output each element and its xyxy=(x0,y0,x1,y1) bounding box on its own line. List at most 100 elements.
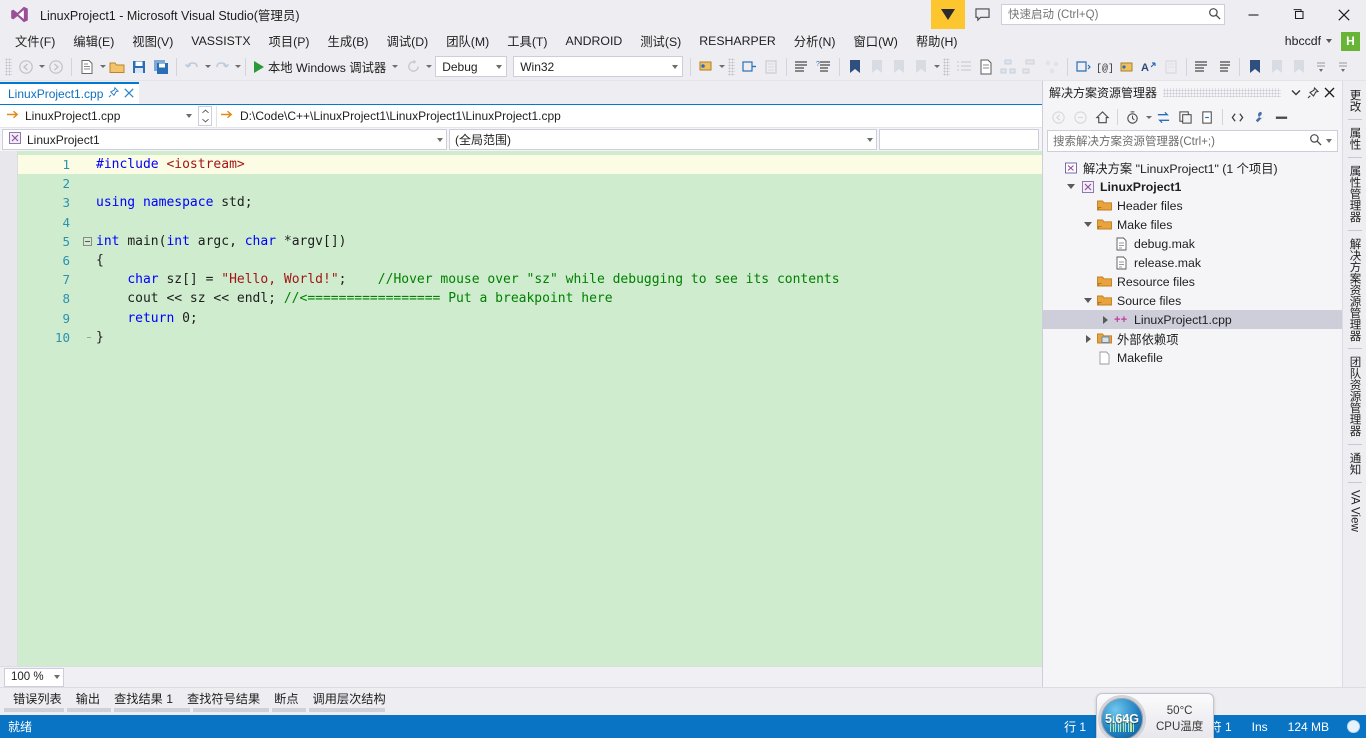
tree-item[interactable]: Header files xyxy=(1043,196,1342,215)
tree-item[interactable]: 外部依赖项 xyxy=(1043,329,1342,348)
code-line[interactable]: 4 xyxy=(18,213,1042,232)
collapse-icon[interactable] xyxy=(83,237,92,246)
start-debugging-button[interactable]: 本地 Windows 调试器 xyxy=(250,56,402,78)
menu-item-analyze[interactable]: 分析(N) xyxy=(785,29,845,53)
toolbar-grip-2[interactable] xyxy=(728,58,735,76)
properties-window-button[interactable] xyxy=(975,56,997,78)
rename-symbol-button[interactable]: A xyxy=(1138,56,1160,78)
bookmark2-prev-button[interactable] xyxy=(1266,56,1288,78)
forward-button[interactable] xyxy=(1070,107,1091,128)
document-tab-linuxproject1-cpp[interactable]: LinuxProject1.cpp xyxy=(0,82,139,104)
close-button[interactable] xyxy=(1321,0,1366,29)
chevron-down-icon[interactable] xyxy=(1326,139,1332,143)
close-icon[interactable] xyxy=(124,87,134,101)
collapse-all-button[interactable] xyxy=(1197,107,1218,128)
start-debugging-dropdown-icon[interactable] xyxy=(392,65,398,68)
save-button[interactable] xyxy=(128,56,150,78)
expander-down-icon[interactable] xyxy=(1064,184,1078,189)
bottom-tab-breakpoints[interactable]: 断点 xyxy=(267,687,305,709)
previous-bookmark-button[interactable] xyxy=(866,56,888,78)
vertical-tab-changes[interactable]: 更改 xyxy=(1343,83,1366,118)
expander-right-icon[interactable] xyxy=(1098,316,1112,324)
expander-right-icon[interactable] xyxy=(1081,335,1095,343)
solution-platform-dropdown[interactable]: Win32 xyxy=(513,56,683,77)
cpu-temperature-widget[interactable]: 5.64G 50°C CPU温度 xyxy=(1096,693,1214,738)
tree-item[interactable]: release.mak xyxy=(1043,253,1342,272)
tree-item[interactable]: Makefile xyxy=(1043,348,1342,367)
back-button[interactable] xyxy=(1048,107,1069,128)
properties-button[interactable] xyxy=(1249,107,1270,128)
refactor-button[interactable] xyxy=(1160,56,1182,78)
attach-to-process-button[interactable] xyxy=(695,56,717,78)
code-line[interactable]: 9 return 0; xyxy=(18,309,1042,328)
code-line[interactable]: 1#include <iostream> xyxy=(18,155,1042,174)
bookmark2-button[interactable] xyxy=(1244,56,1266,78)
member-scope-dropdown[interactable]: (全局范围) xyxy=(449,129,877,150)
menu-item-resharper[interactable]: RESHARPER xyxy=(690,31,785,51)
avatar[interactable]: H xyxy=(1341,32,1360,51)
format-selection-button[interactable] xyxy=(1213,56,1235,78)
redo-dropdown-icon[interactable] xyxy=(235,65,241,68)
menu-item-build[interactable]: 生成(B) xyxy=(319,29,378,53)
bottom-tab-find-results-1[interactable]: 查找结果 1 xyxy=(107,687,180,709)
clear-bookmarks-button[interactable] xyxy=(910,56,932,78)
attach-dropdown-icon[interactable] xyxy=(719,65,725,68)
code-line[interactable]: 8 cout << sz << endl; //<===============… xyxy=(18,289,1042,308)
navigate-forward-button[interactable] xyxy=(45,56,67,78)
menu-item-file[interactable]: 文件(F) xyxy=(6,29,64,53)
panel-menu-icon[interactable] xyxy=(1287,83,1304,102)
code-text-area[interactable]: 1#include <iostream>23using namespace st… xyxy=(18,151,1042,666)
solution-explorer-search[interactable]: 搜索解决方案资源管理器(Ctrl+;) xyxy=(1047,130,1338,152)
menu-item-tools[interactable]: 工具(T) xyxy=(498,29,556,53)
pin-icon[interactable] xyxy=(1304,83,1321,102)
bottom-tab-call-hierarchy[interactable]: 调用层次结构 xyxy=(306,687,393,709)
toolbar-overflow-button[interactable] xyxy=(1310,56,1332,78)
solution-tree[interactable]: 解决方案 "LinuxProject1" (1 个项目)LinuxProject… xyxy=(1043,155,1342,687)
active-file-dropdown[interactable]: LinuxProject1.cpp xyxy=(0,106,196,127)
format-document-button[interactable] xyxy=(1191,56,1213,78)
bookmark-dropdown-icon[interactable] xyxy=(934,65,940,68)
toolbar-grip-3[interactable] xyxy=(943,58,950,76)
tree-item[interactable]: 解决方案 "LinuxProject1" (1 个项目) xyxy=(1043,158,1342,177)
class-view-button[interactable] xyxy=(1019,56,1041,78)
preview-selected-items-button[interactable] xyxy=(1271,107,1292,128)
menu-item-help[interactable]: 帮助(H) xyxy=(907,29,967,53)
toolbar-overflow-button-2[interactable] xyxy=(1332,56,1354,78)
uncomment-selection-button[interactable]: ? xyxy=(813,56,835,78)
code-line[interactable]: 3using namespace std; xyxy=(18,193,1042,212)
zoom-level-dropdown[interactable]: 100 % xyxy=(4,668,64,687)
bookmark2-next-button[interactable] xyxy=(1288,56,1310,78)
save-all-button[interactable] xyxy=(150,56,172,78)
minimize-button[interactable] xyxy=(1231,0,1276,29)
pending-changes-filter-button[interactable] xyxy=(1122,107,1143,128)
stepper-up-icon[interactable] xyxy=(199,107,211,116)
menu-item-debug[interactable]: 调试(D) xyxy=(378,29,438,53)
navigation-stepper[interactable] xyxy=(198,106,212,126)
vertical-tab-va-view[interactable]: VA View xyxy=(1345,484,1365,538)
close-icon[interactable] xyxy=(1321,83,1338,102)
quick-launch-input[interactable] xyxy=(1001,4,1225,25)
expander-down-icon[interactable] xyxy=(1081,222,1095,227)
tree-item[interactable]: debug.mak xyxy=(1043,234,1342,253)
project-scope-dropdown[interactable]: LinuxProject1 xyxy=(2,129,447,150)
vertical-tab-properties[interactable]: 属性 xyxy=(1343,121,1366,156)
code-map-button[interactable] xyxy=(1041,56,1063,78)
open-file-button[interactable] xyxy=(106,56,128,78)
code-line[interactable]: 5int main(int argc, char *argv[]) xyxy=(18,232,1042,251)
vertical-tab-team-explorer[interactable]: 团队资源管理器 xyxy=(1343,350,1366,443)
go-to-implementation-button[interactable]: [@] xyxy=(1094,56,1116,78)
menu-item-edit[interactable]: 编辑(E) xyxy=(64,29,123,53)
task-list-button[interactable] xyxy=(953,56,975,78)
refresh-button[interactable] xyxy=(1175,107,1196,128)
comment-selection-button[interactable] xyxy=(791,56,813,78)
tree-item[interactable]: Resource files xyxy=(1043,272,1342,291)
code-editor[interactable]: 1#include <iostream>23using namespace st… xyxy=(0,151,1042,687)
account-name[interactable]: hbccdf xyxy=(1285,34,1321,48)
vertical-tab-notifications[interactable]: 通知 xyxy=(1343,446,1366,481)
undo-button[interactable] xyxy=(181,56,203,78)
sync-with-active-document-button[interactable] xyxy=(1153,107,1174,128)
search-icon[interactable] xyxy=(1309,133,1322,149)
filter-dropdown-icon[interactable] xyxy=(1146,116,1152,119)
pin-icon[interactable] xyxy=(108,87,119,101)
stepper-down-icon[interactable] xyxy=(199,116,211,125)
